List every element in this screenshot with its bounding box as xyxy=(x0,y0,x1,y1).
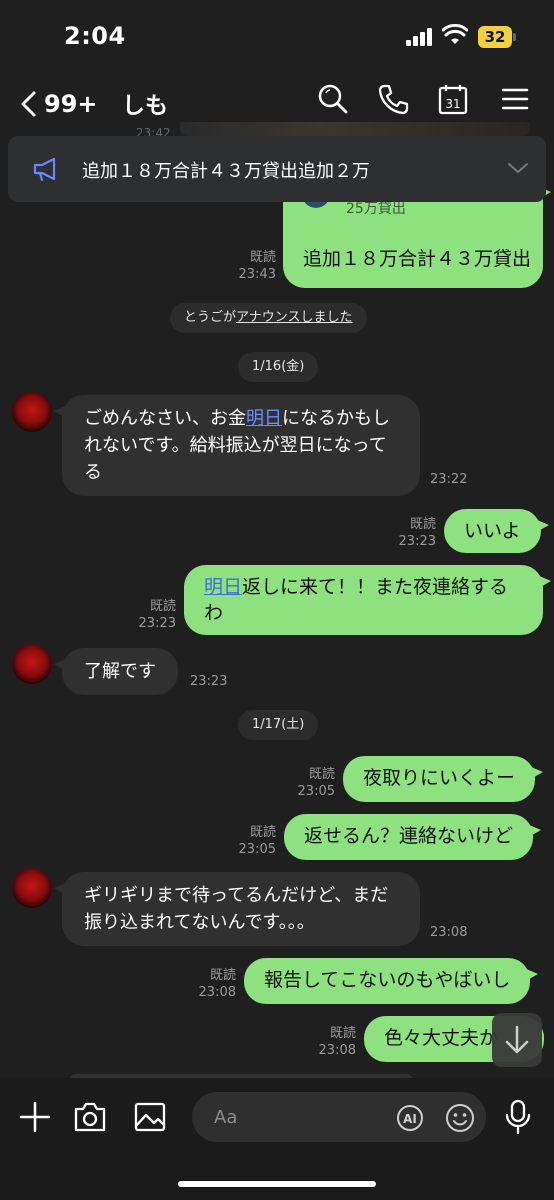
ai-icon[interactable]: AI xyxy=(394,1103,426,1133)
wifi-icon xyxy=(442,24,468,44)
status-bar: 2:04 32 xyxy=(0,0,554,74)
announcement-text: 追加１８万合計４３万貸出追加２万 xyxy=(82,161,370,182)
date-link[interactable]: 明日 xyxy=(246,408,282,429)
message-time: 23:08 xyxy=(430,925,468,940)
sent-message[interactable]: いいよ xyxy=(444,509,549,553)
avatar[interactable] xyxy=(12,392,52,432)
chevron-down-icon[interactable] xyxy=(506,158,530,178)
read-receipt: 既読 23:23 xyxy=(398,517,436,549)
read-receipt: 既読 23:23 xyxy=(138,599,176,631)
avatar[interactable] xyxy=(12,868,52,908)
read-receipt: 既読 23:05 xyxy=(297,767,335,799)
read-receipt: 既読 23:05 xyxy=(238,825,276,857)
megaphone-icon xyxy=(33,157,56,182)
date-separator: 1/16(金) xyxy=(238,352,319,382)
calendar-icon[interactable]: 31 xyxy=(436,82,470,116)
svg-text:31: 31 xyxy=(445,97,460,111)
unread-count: 99+ xyxy=(44,90,98,118)
microphone-icon[interactable] xyxy=(504,1098,532,1136)
read-receipt: 既読 23:08 xyxy=(318,1026,356,1058)
message-input-bar: AI xyxy=(0,1078,554,1200)
sent-message[interactable]: 報告してこないのもやばいし xyxy=(244,958,539,1004)
received-message[interactable]: ごめんなさい、お金明日になるかもしれないです。給料振込が翌日になってる xyxy=(54,395,420,496)
received-message[interactable]: 了解です xyxy=(54,648,178,695)
emoji-icon[interactable] xyxy=(444,1102,476,1134)
read-receipt: 既読 23:43 xyxy=(238,250,276,282)
svg-text:AI: AI xyxy=(403,1112,417,1126)
menu-icon[interactable] xyxy=(498,82,532,116)
sent-message[interactable]: 返せるん？連絡ないけど xyxy=(284,814,542,860)
announcement-banner[interactable]: 追加１８万合計４３万貸出追加２万 xyxy=(8,136,546,202)
back-button[interactable]: 99+ xyxy=(16,84,98,124)
image-icon[interactable] xyxy=(132,1100,168,1134)
chat-title: しも xyxy=(122,93,168,119)
phone-icon[interactable] xyxy=(376,82,410,116)
received-message[interactable]: ギリギリまで待ってるんだけど、まだ振り込まれてないんです。。。 xyxy=(54,872,420,946)
photo-message-edge[interactable] xyxy=(180,122,530,136)
announcement-link[interactable]: アナウンスしました xyxy=(236,310,352,325)
arrow-down-icon xyxy=(505,1025,529,1054)
status-time: 2:04 xyxy=(64,22,126,50)
battery-icon: 32 xyxy=(478,26,516,48)
date-link[interactable]: 明日 xyxy=(204,576,242,598)
read-receipt: 既読 23:08 xyxy=(198,968,236,1000)
chevron-left-icon xyxy=(21,91,36,117)
date-separator: 1/17(土) xyxy=(238,710,319,740)
search-icon[interactable] xyxy=(316,82,350,116)
battery-level: 32 xyxy=(478,26,512,48)
system-message: とうごがアナウンスしました xyxy=(170,303,367,333)
scroll-to-bottom-button[interactable] xyxy=(492,1013,542,1067)
message-input[interactable] xyxy=(192,1092,486,1142)
plus-icon[interactable] xyxy=(18,1100,52,1134)
message-time: 23:22 xyxy=(430,472,468,487)
message-text: 追加１８万合計４３万貸出 xyxy=(303,248,532,270)
sent-message[interactable]: 明日返しに来て！！また夜連絡するわ xyxy=(184,565,551,635)
home-indicator xyxy=(178,1181,376,1187)
avatar[interactable] xyxy=(12,644,52,684)
camera-icon[interactable] xyxy=(72,1100,108,1134)
message-time: 23:23 xyxy=(190,674,228,689)
signal-icon xyxy=(406,28,434,46)
sent-message[interactable]: 夜取りにいくよー xyxy=(343,756,544,802)
